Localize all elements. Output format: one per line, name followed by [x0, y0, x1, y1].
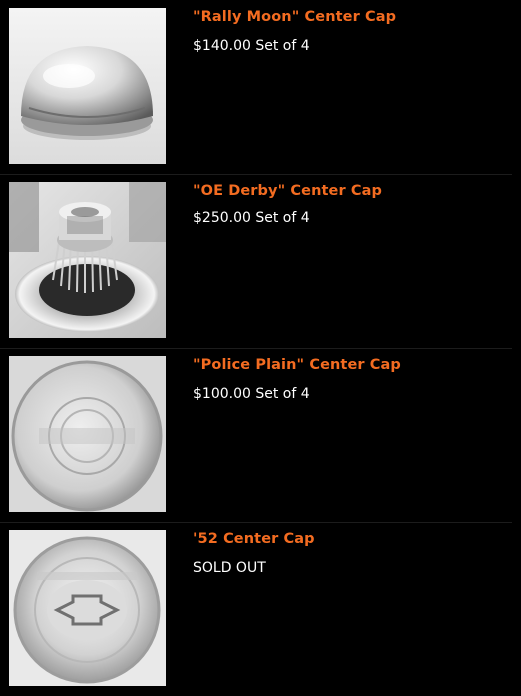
product-item: "Rally Moon" Center Cap $140.00 Set of 4 [0, 0, 512, 175]
product-price: $250.00 Set of 4 [193, 210, 310, 226]
52-center-cap-image [9, 530, 166, 686]
rally-moon-cap-image [9, 8, 166, 164]
product-title[interactable]: '52 Center Cap [193, 531, 315, 547]
product-list: "Rally Moon" Center Cap $140.00 Set of 4 [0, 0, 521, 693]
oe-derby-cap-image [9, 182, 166, 338]
product-image-rally-moon[interactable] [9, 8, 166, 164]
product-item: "Police Plain" Center Cap $100.00 Set of… [0, 348, 512, 523]
product-title[interactable]: "OE Derby" Center Cap [193, 183, 382, 199]
product-item: '52 Center Cap SOLD OUT [0, 522, 512, 696]
product-image-52-center-cap[interactable] [9, 530, 166, 686]
product-title[interactable]: "Police Plain" Center Cap [193, 357, 401, 373]
product-image-police-plain[interactable] [9, 356, 166, 512]
police-plain-cap-image [9, 356, 166, 512]
product-item: "OE Derby" Center Cap $250.00 Set of 4 [0, 174, 512, 349]
product-price: $100.00 Set of 4 [193, 386, 310, 402]
product-status: SOLD OUT [193, 560, 266, 576]
product-image-oe-derby[interactable] [9, 182, 166, 338]
product-title[interactable]: "Rally Moon" Center Cap [193, 9, 396, 25]
product-price: $140.00 Set of 4 [193, 38, 310, 54]
